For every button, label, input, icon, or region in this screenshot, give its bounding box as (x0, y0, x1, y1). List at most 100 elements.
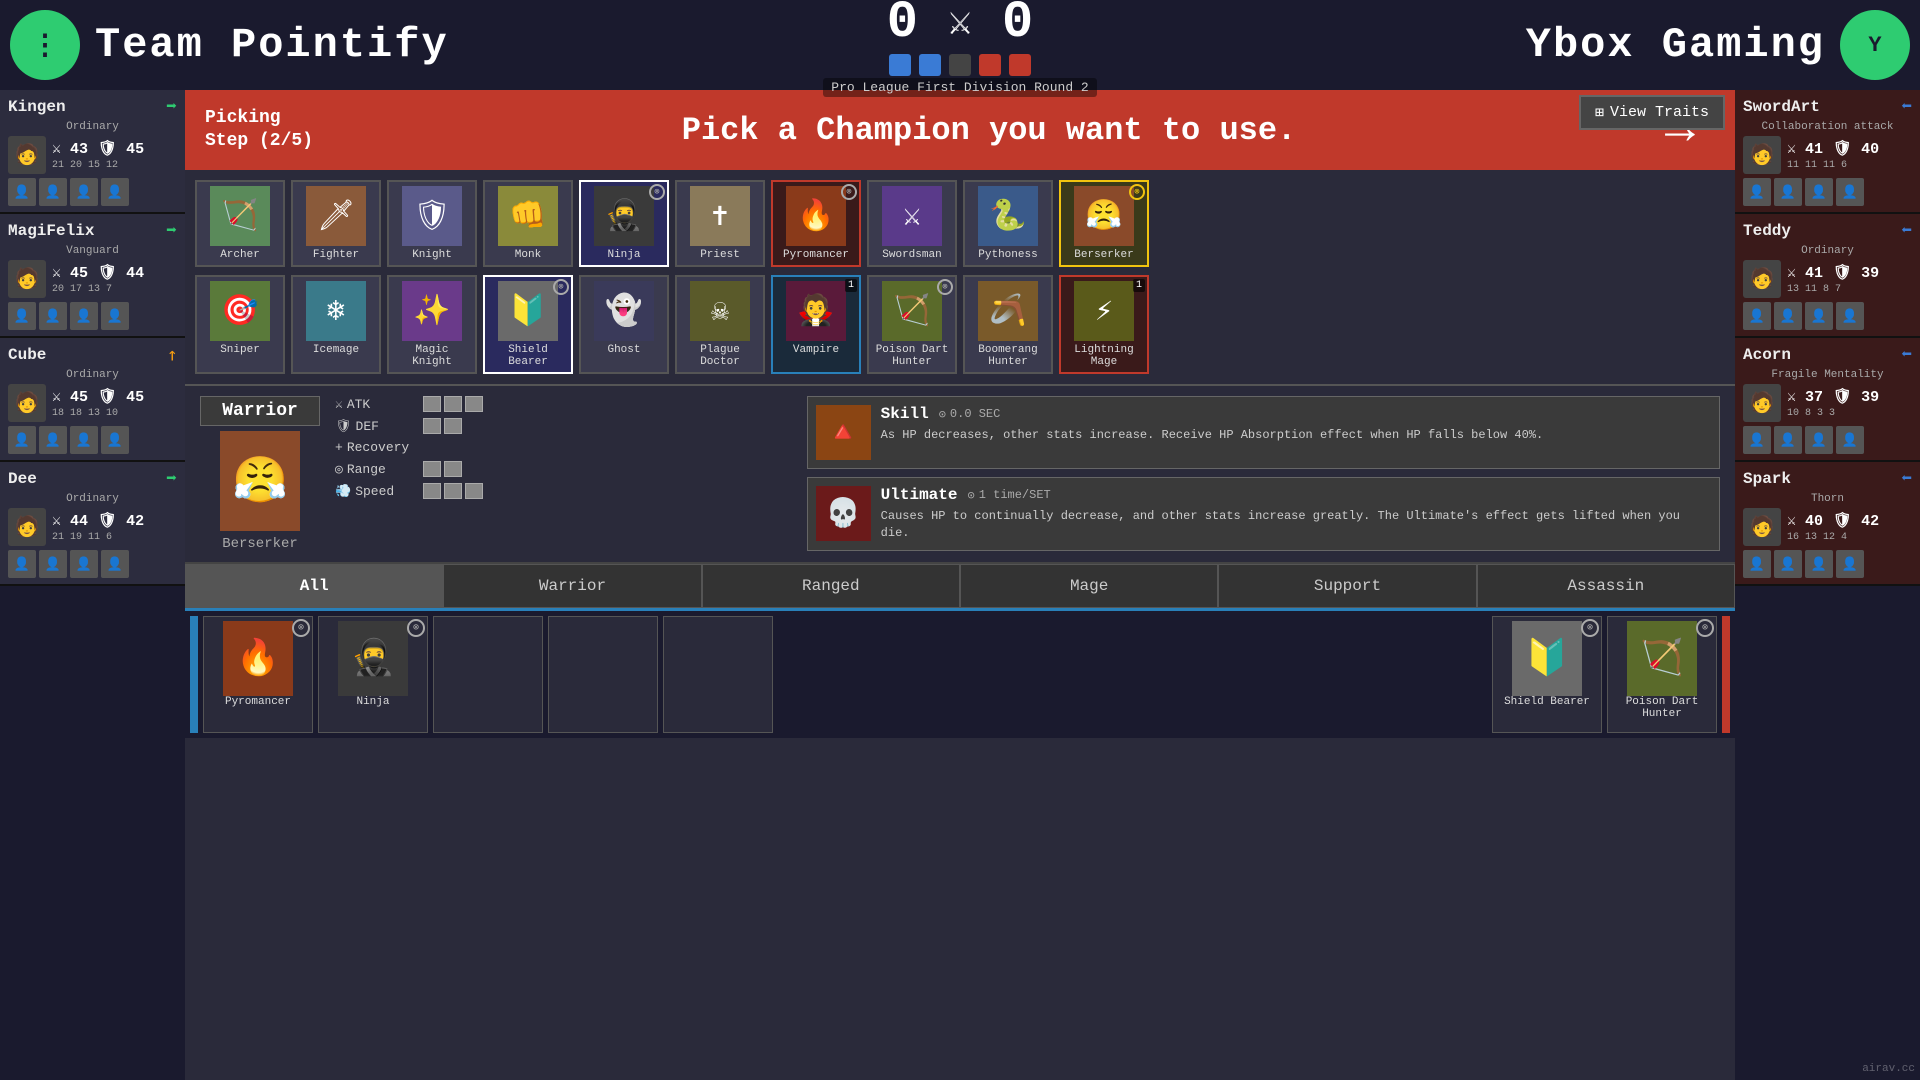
filter-tab-warrior[interactable]: Warrior (443, 564, 701, 608)
champion-label-magicknight: Magic Knight (393, 344, 471, 368)
picking-header: PickingStep (2/5) Pick a Champion you wa… (185, 90, 1735, 170)
player-avatar-magifelix: 🧑 (8, 260, 46, 298)
champion-boomeranghunter[interactable]: 🪃 Boomerang Hunter (963, 275, 1053, 374)
filter-tab-support[interactable]: Support (1218, 564, 1476, 608)
player-header-acorn: Acorn ⬅ (1739, 342, 1916, 368)
ability-skill: 🔺 Skill ⊙ 0.0 SEC As HP decreases, other… (807, 396, 1720, 469)
filter-tab-assassin[interactable]: Assassin (1477, 564, 1735, 608)
team-right: Ybox Gaming Y (1097, 10, 1910, 80)
red-bar (1722, 616, 1730, 733)
champion-sprite-ghost: 👻 (594, 281, 654, 341)
champion-priest[interactable]: ✝ Priest (675, 180, 765, 267)
player-panel-cube: Cube ↗ Ordinary 🧑 ⚔ 45 🛡 45 18 18 13 10 … (0, 338, 185, 462)
ultimate-cooldown: ⊙ 1 time/SET (967, 488, 1050, 503)
champion-monk[interactable]: 👊 Monk (483, 180, 573, 267)
filter-tab-ranged[interactable]: Ranged (702, 564, 960, 608)
pick-num-lightningmage: 1 (1133, 279, 1145, 292)
player-name-kingen: Kingen (8, 98, 66, 116)
pick-slot-name-poisondarthunter: Poison Dart Hunter (1612, 696, 1712, 720)
champion-poisondarthunter[interactable]: ⊗ 🏹 Poison Dart Hunter (867, 275, 957, 374)
mini-av-t-2: 👤 (1774, 302, 1802, 330)
atk-icon: ⚔ (335, 397, 343, 412)
stat-main-spark: ⚔ 40 🛡 42 (1787, 511, 1912, 530)
player-role-kingen: Ordinary (4, 120, 181, 134)
player-header-spark: Spark ⬅ (1739, 466, 1916, 492)
skill-desc: As HP decreases, other stats increase. R… (881, 427, 1711, 444)
ultimate-desc: Causes HP to continually decrease, and o… (881, 508, 1711, 542)
mini-av-t-4: 👤 (1836, 302, 1864, 330)
player-name-magifelix: MagiFelix (8, 222, 94, 240)
champion-berserker[interactable]: ⊗ 😤 Berserker (1059, 180, 1149, 267)
champion-pyromancer[interactable]: ⊗ 🔥 Pyromancer (771, 180, 861, 267)
champion-magicknight[interactable]: ✨ Magic Knight (387, 275, 477, 374)
player-panel-kingen: Kingen ➡ Ordinary 🧑 ⚔ 43 🛡 45 21 20 15 1… (0, 90, 185, 214)
champion-pythoness[interactable]: 🐍 Pythoness (963, 180, 1053, 267)
champion-ninja[interactable]: ⊗ 🥷 Ninja (579, 180, 669, 267)
champion-plaguedoctor[interactable]: ☠ Plague Doctor (675, 275, 765, 374)
pick-slot-pyromancer[interactable]: ⊗ 🔥 Pyromancer (203, 616, 313, 733)
atk-bar-1 (423, 396, 441, 412)
mini-av-mf-4: 👤 (101, 302, 129, 330)
range-bar-2 (444, 461, 462, 477)
player-panel-magifelix: MagiFelix ➡ Vanguard 🧑 ⚔ 45 🛡 44 20 17 1… (0, 214, 185, 338)
ultimate-icon: 💀 (816, 486, 871, 541)
substats-swordart: 11 11 11 6 (1787, 160, 1912, 171)
speed-bar-3 (465, 483, 483, 499)
view-traits-button[interactable]: ⊞ View Traits (1579, 95, 1725, 130)
team-left-logo: ⋮ (10, 10, 80, 80)
speed-bar-1 (423, 483, 441, 499)
pick-slot-shieldbearer[interactable]: ⊗ 🔰 Shield Bearer (1492, 616, 1602, 733)
view-traits-icon: ⊞ (1595, 103, 1604, 122)
champion-label-plaguedoctor: Plague Doctor (681, 344, 759, 368)
def-bars (423, 418, 462, 434)
champion-swordsman[interactable]: ⚔ Swordsman (867, 180, 957, 267)
arrow-cube: ↗ (160, 343, 183, 366)
pick-slot-ban-pyromancer: ⊗ (292, 619, 310, 637)
mini-avatars-cube: 👤 👤 👤 👤 (4, 424, 181, 456)
champion-label-poisondarthunter: Poison Dart Hunter (873, 344, 951, 368)
champion-icemage[interactable]: ❄ Icemage (291, 275, 381, 374)
atk-acorn: ⚔ 37 (1787, 387, 1823, 406)
champion-label-boomeranghunter: Boomerang Hunter (969, 344, 1047, 368)
stat-block-spark: ⚔ 40 🛡 42 16 13 12 4 (1787, 511, 1912, 543)
skill-icon: 🔺 (816, 405, 871, 460)
mini-avatars-acorn: 👤 👤 👤 👤 (1739, 424, 1916, 456)
champion-vampire[interactable]: 1 🧛 Vampire (771, 275, 861, 374)
arrow-acorn: ⬅ (1901, 344, 1912, 366)
champion-row-1: 🏹 Archer 🗡 Fighter 🛡 Knight 👊 Monk ⊗ (195, 180, 1725, 267)
score-area: 0 ⚔ 0 Pro League First Division Round 2 (823, 0, 1096, 97)
ultimate-name: Ultimate (881, 486, 958, 504)
stat-main-acorn: ⚔ 37 🛡 39 (1787, 387, 1912, 406)
champion-knight[interactable]: 🛡 Knight (387, 180, 477, 267)
mini-av-t-1: 👤 (1743, 302, 1771, 330)
stat-row-range: ◎ Range (335, 461, 792, 477)
pick-slot-ninja[interactable]: ⊗ 🥷 Ninja (318, 616, 428, 733)
mini-av-sa-1: 👤 (1743, 178, 1771, 206)
champion-fighter[interactable]: 🗡 Fighter (291, 180, 381, 267)
pick-slot-poisondarthunter[interactable]: ⊗ 🏹 Poison Dart Hunter (1607, 616, 1717, 733)
def-kingen: 🛡 45 (98, 139, 144, 158)
arrow-dee: ➡ (166, 468, 177, 490)
champion-ghost[interactable]: 👻 Ghost (579, 275, 669, 374)
stat-label-atk: ⚔ ATK (335, 397, 415, 412)
def-acorn: 🛡 39 (1833, 387, 1879, 406)
picking-step: PickingStep (2/5) (205, 107, 313, 154)
mini-av-mf-3: 👤 (70, 302, 98, 330)
filter-tab-mage[interactable]: Mage (960, 564, 1218, 608)
stat-block-magifelix: ⚔ 45 🛡 44 20 17 13 7 (52, 263, 177, 295)
filter-tab-all[interactable]: All (185, 564, 443, 608)
def-cube: 🛡 45 (98, 387, 144, 406)
mini-avatars-teddy: 👤 👤 👤 👤 (1739, 300, 1916, 332)
champion-archer[interactable]: 🏹 Archer (195, 180, 285, 267)
champion-sprite-poisondarthunter: 🏹 (882, 281, 942, 341)
champion-label-priest: Priest (700, 249, 740, 261)
champion-sprite-ninja: 🥷 (594, 186, 654, 246)
champion-sniper[interactable]: 🎯 Sniper (195, 275, 285, 374)
mini-av-sp-4: 👤 (1836, 550, 1864, 578)
player-stats-teddy: 🧑 ⚔ 41 🛡 39 13 11 8 7 (1739, 258, 1916, 300)
champion-shieldbearer[interactable]: ⊗ 🔰 Shield Bearer (483, 275, 573, 374)
player-role-cube: Ordinary (4, 368, 181, 382)
ban-icon-pyromancer: ⊗ (841, 184, 857, 200)
champion-lightningmage[interactable]: 1 ⚡ Lightning Mage (1059, 275, 1149, 374)
mini-av-2: 👤 (39, 178, 67, 206)
